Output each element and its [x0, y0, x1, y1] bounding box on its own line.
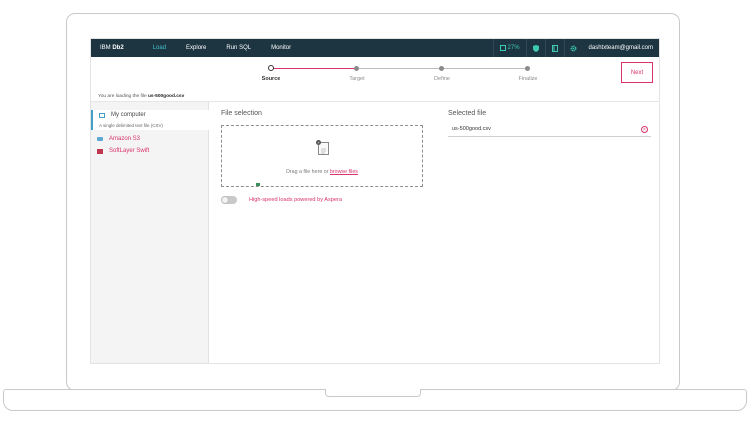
notebook-icon[interactable]: [546, 39, 565, 57]
next-button[interactable]: Next: [621, 62, 653, 83]
add-file-icon: +: [316, 140, 321, 145]
selected-file-name: us-500good.csv: [452, 126, 491, 132]
aspera-toggle[interactable]: [221, 196, 237, 204]
monitor-icon: [99, 113, 105, 118]
step-dot-source[interactable]: [268, 65, 274, 71]
gear-icon[interactable]: [565, 39, 583, 57]
brand-name: Db2: [112, 45, 124, 51]
softlayer-icon: [97, 149, 103, 154]
step-label-finalize[interactable]: Finalize: [519, 76, 538, 82]
loading-note-file: us-500good.csv: [147, 94, 185, 99]
sidebar-item-my-computer[interactable]: My computer A single delimited text file…: [91, 110, 210, 130]
storage-usage-icon: [499, 45, 506, 51]
sidebar-item-softlayer-swift[interactable]: SoftLayer Swift: [91, 147, 208, 157]
step-dot-target[interactable]: [354, 66, 359, 71]
sidebar-link-amazon-s3[interactable]: Amazon S3: [109, 136, 140, 142]
sidebar-item-amazon-s3[interactable]: Amazon S3: [91, 135, 208, 145]
selected-file-field: us-500good.csv ×: [448, 125, 651, 137]
step-label-define[interactable]: Define: [434, 76, 450, 82]
brand-prefix: IBM: [100, 45, 111, 51]
remove-file-icon[interactable]: ×: [641, 126, 648, 133]
aspera-toggle-label: High-speed loads powered by Aspera: [249, 197, 342, 203]
progress-steps: Source Target Define Finalize: [241, 63, 541, 85]
dropzone-marker-icon: [256, 183, 260, 186]
shield-icon[interactable]: [527, 39, 546, 57]
nav-run-sql[interactable]: Run SQL: [226, 45, 251, 51]
file-dropzone[interactable]: + Drag a file here or browse files: [221, 125, 423, 187]
selected-file-title: Selected file: [448, 110, 487, 117]
amazon-s3-icon: [97, 137, 103, 141]
sidebar-item-subtitle: A single delimited text file (CSV): [99, 123, 164, 128]
sidebar-item-title: My computer: [111, 112, 146, 118]
dropzone-instructions: Drag a file here or browse files: [222, 169, 422, 175]
nav-right-group: 27% dashtxteam@gmail.com: [492, 39, 653, 57]
laptop-notch: [325, 389, 421, 397]
nav-load[interactable]: Load: [153, 45, 166, 51]
step-dot-define[interactable]: [439, 66, 444, 71]
dropzone-text: Drag a file here or: [286, 169, 329, 175]
browse-files-link[interactable]: browse files: [330, 169, 358, 175]
file-selection-title: File selection: [221, 110, 262, 117]
step-line-complete: [271, 68, 356, 69]
loading-note: You are loading the file us-500good.csv: [98, 94, 184, 99]
nav-monitor[interactable]: Monitor: [271, 45, 291, 51]
step-label-source[interactable]: Source: [262, 76, 281, 82]
storage-usage-value: 27%: [507, 45, 520, 51]
top-navigation: IBM Db2 Load Explore Run SQL Monitor 27%…: [91, 39, 659, 57]
source-sidebar: My computer A single delimited text file…: [91, 102, 210, 363]
storage-usage[interactable]: 27%: [492, 39, 527, 57]
nav-explore[interactable]: Explore: [186, 45, 206, 51]
toggle-knob: [221, 196, 229, 204]
user-email[interactable]: dashtxteam@gmail.com: [589, 45, 653, 51]
step-dot-finalize[interactable]: [525, 66, 530, 71]
loading-note-prefix: You are loading the file: [98, 94, 147, 99]
brand-logo[interactable]: IBM Db2: [100, 45, 124, 51]
sidebar-link-softlayer-swift[interactable]: SoftLayer Swift: [109, 148, 149, 154]
app-screen: IBM Db2 Load Explore Run SQL Monitor 27%…: [90, 38, 660, 364]
step-label-target[interactable]: Target: [349, 76, 364, 82]
